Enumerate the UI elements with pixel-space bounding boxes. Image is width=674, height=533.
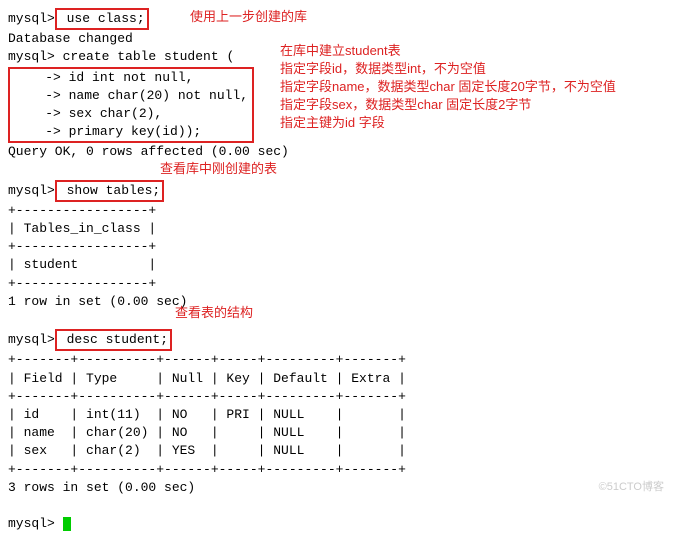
line-prompt-cursor[interactable]: mysql> [8, 515, 666, 533]
create-line-5: primary key(id)); [61, 124, 201, 139]
line-one-row: 1 row in set (0.00 sec) [8, 293, 666, 311]
line-three-rows: 3 rows in set (0.00 sec) [8, 479, 666, 497]
desc-row-name: | name | char(20) | NO | | NULL | | [8, 424, 666, 442]
line-show: mysql> show tables; [8, 180, 666, 202]
cont-prompt: -> [14, 106, 61, 121]
create-line-3: name char(20) not null, [61, 88, 248, 103]
annotation-field-id: 指定字段id，数据类型int，不为空值 [280, 58, 486, 77]
tables-border-top: +-----------------+ [8, 202, 666, 220]
watermark: ©51CTO博客 [599, 478, 664, 494]
annotation-desc: 查看表的结构 [175, 302, 253, 321]
prompt: mysql> [8, 332, 55, 347]
blank-line [8, 162, 666, 180]
line-use: mysql> use class; [8, 8, 666, 30]
desc-row-sex: | sex | char(2) | YES | | NULL | | [8, 442, 666, 460]
prompt: mysql> [8, 11, 55, 26]
desc-header: | Field | Type | Null | Key | Default | … [8, 370, 666, 388]
prompt: mysql> [8, 516, 55, 531]
annotation-use: 使用上一步创建的库 [190, 6, 307, 25]
line-query-ok: Query OK, 0 rows affected (0.00 sec) [8, 143, 666, 161]
blank-line [8, 311, 666, 329]
cont-prompt: -> [14, 124, 61, 139]
annotation-primary-key: 指定主键为id 字段 [280, 112, 385, 131]
tables-border-mid: +-----------------+ [8, 238, 666, 256]
desc-border-bot: +-------+----------+------+-----+-------… [8, 461, 666, 479]
cont-prompt: -> [14, 70, 61, 85]
prompt: mysql> [8, 183, 55, 198]
boxed-desc-student: desc student; [55, 329, 172, 351]
create-line-4: sex char(2), [61, 106, 162, 121]
desc-border-mid: +-------+----------+------+-----+-------… [8, 388, 666, 406]
cursor-icon [63, 517, 71, 531]
tables-header: | Tables_in_class | [8, 220, 666, 238]
annotation-show-tables: 查看库中刚创建的表 [160, 158, 277, 177]
boxed-show-tables: show tables; [55, 180, 164, 202]
desc-border-top: +-------+----------+------+-----+-------… [8, 351, 666, 369]
annotation-field-name: 指定字段name，数据类型char 固定长度20字节，不为空值 [280, 76, 616, 95]
desc-row-id: | id | int(11) | NO | PRI | NULL | | [8, 406, 666, 424]
tables-border-bot: +-----------------+ [8, 275, 666, 293]
line-desc: mysql> desc student; [8, 329, 666, 351]
boxed-use-class: use class; [55, 8, 149, 30]
create-line-1: create table student ( [55, 49, 234, 64]
create-line-2: id int not null, [61, 70, 194, 85]
cont-prompt: -> [14, 88, 61, 103]
boxed-create-body: -> id int not null, -> name char(20) not… [8, 67, 254, 144]
tables-row-student: | student | [8, 256, 666, 274]
prompt: mysql> [8, 49, 55, 64]
annotation-create-table: 在库中建立student表 [280, 40, 401, 59]
annotation-field-sex: 指定字段sex，数据类型char 固定长度2字节 [280, 94, 531, 113]
create-block: mysql> create table student ( -> id int … [8, 48, 254, 143]
